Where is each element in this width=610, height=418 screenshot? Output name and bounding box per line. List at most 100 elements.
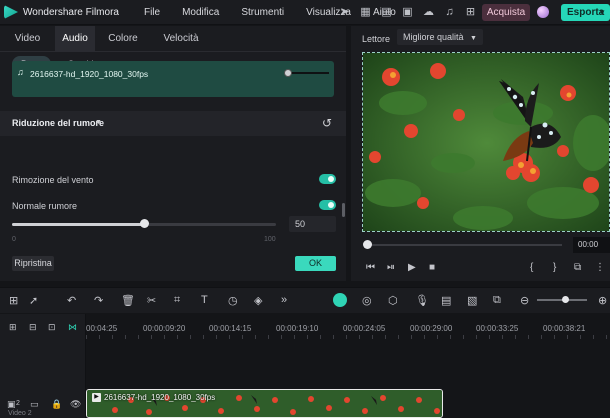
menu-file[interactable]: File [144, 7, 160, 18]
ruler-label: 00:00:14:15 [209, 324, 252, 333]
tab-colore[interactable]: Colore [95, 26, 151, 52]
timecode-display: 00:00 [573, 237, 610, 253]
layout-grid-icon[interactable]: ⊞ [9, 294, 18, 307]
slider-min-label: 0 [12, 236, 16, 243]
zoom-in-icon[interactable]: ⊕ [598, 294, 607, 307]
save-icon[interactable]: ▣ [399, 4, 416, 21]
music-note-icon: ♫ [17, 67, 24, 77]
noise-slider-knob[interactable] [140, 219, 149, 228]
headset-icon[interactable]: ♫ [441, 4, 458, 21]
reset-icon[interactable]: ↺ [322, 116, 332, 130]
crop-icon[interactable]: ⌗ [174, 294, 180, 307]
tab-video[interactable]: Video [0, 26, 55, 52]
grid-icon[interactable]: ⊞ [462, 4, 479, 21]
tab-audio[interactable]: Audio [55, 26, 95, 52]
avatar[interactable] [537, 6, 549, 18]
step-play-icon[interactable]: ⏯ [387, 262, 395, 273]
caret-down-icon[interactable]: ▼ [95, 119, 102, 126]
quality-value: Migliore qualità [403, 32, 464, 42]
clip-name: 2616637-hd_1920_1080_30fps [104, 393, 216, 402]
volume-track[interactable] [287, 72, 329, 74]
quality-dropdown[interactable]: Migliore qualità ▼ [397, 29, 483, 45]
delete-icon[interactable]: 🗑 [121, 294, 135, 307]
normal-noise-label: Normale rumore [12, 201, 78, 211]
audio-clip-card[interactable]: ♫ 2616637-hd_1920_1080_30fps [12, 61, 334, 97]
more-options-icon[interactable]: ⋮ [595, 262, 605, 273]
undo-icon[interactable]: ↶ [67, 294, 76, 307]
buy-button[interactable]: Acquista [482, 4, 530, 21]
ai-tool-icon[interactable] [333, 293, 347, 307]
microphone-icon[interactable]: 🎙 [415, 294, 429, 307]
color-match-icon[interactable]: ◈ [254, 294, 262, 307]
previous-frame-icon[interactable]: ⏮ [366, 262, 375, 273]
player-tab[interactable]: Lettore [362, 34, 390, 44]
tab-velocita[interactable]: Velocità [151, 26, 211, 52]
playback-track[interactable] [367, 244, 562, 246]
ruler-label: 00:00:24:05 [343, 324, 386, 333]
speed-icon[interactable]: ◷ [228, 294, 238, 307]
edit-toolbar: ⊞ ➚ ↶ ↷ 🗑 ✂ ⌗ T ◷ ◈ » ◎ ⬡ 🎙 ▤ ▧ ⧉ ⊖ ⊕ [0, 287, 610, 313]
chevron-down-icon: ▼ [470, 35, 477, 42]
mark-out-icon[interactable]: } [553, 262, 556, 273]
link-icon[interactable]: ⊟ [29, 322, 37, 333]
audio-clip-name: 2616637-hd_1920_1080_30fps [30, 69, 149, 79]
butterfly-image [363, 53, 609, 231]
zoom-out-icon[interactable]: ⊖ [520, 294, 529, 307]
zoom-slider-knob[interactable] [562, 296, 569, 303]
ruler-ticks [86, 335, 610, 339]
slider-max-label: 100 [264, 236, 276, 243]
template-icon[interactable]: ▤ [378, 4, 395, 21]
send-icon[interactable]: ➤ [336, 4, 353, 21]
filmora-logo-icon [4, 5, 18, 19]
redo-icon[interactable]: ↷ [94, 294, 103, 307]
cut-icon[interactable]: ✂ [147, 294, 156, 307]
track-number: 2 [16, 400, 20, 407]
normal-noise-toggle[interactable] [319, 200, 336, 210]
audio-stretch-icon[interactable]: ▤ [441, 294, 451, 307]
track-name: Video 2 [8, 410, 32, 417]
export-button[interactable]: Esporta ▼ [561, 4, 610, 21]
reset-button[interactable]: Ripristina [12, 256, 54, 271]
text-icon[interactable]: T [201, 294, 208, 306]
mark-in-icon[interactable]: { [530, 262, 533, 273]
ruler-label: 00:04:25 [86, 324, 118, 333]
video-track-icon: ▣ [7, 399, 16, 409]
snapshot-icon[interactable]: ⧉ [574, 262, 581, 273]
ruler-label: 00:00:33:25 [476, 324, 519, 333]
noise-value-input[interactable]: 50 [289, 216, 336, 232]
title-bar-icons: ➤ ▦ ▤ ▣ ☁ ♫ ⊞ [336, 4, 483, 21]
ok-button[interactable]: OK [295, 256, 336, 271]
ruler-label: 00:00:29:00 [410, 324, 453, 333]
title-bar: Wondershare Filmora File Modifica Strume… [0, 0, 610, 25]
eye-icon[interactable]: 👁 [70, 399, 81, 410]
shield-icon[interactable]: ⬡ [388, 294, 398, 307]
playhead-knob[interactable] [363, 240, 372, 249]
cloud-icon[interactable]: ☁ [420, 4, 437, 21]
panel-scrollbar[interactable] [342, 203, 345, 217]
noise-slider-fill [12, 223, 144, 226]
magnet-icon[interactable]: ⋈ [68, 322, 77, 333]
ruler-label: 00:00:38:21 [543, 324, 586, 333]
wind-removal-label: Rimozione del vento [12, 175, 94, 185]
menu-strumenti[interactable]: Strumenti [241, 7, 284, 18]
menu-modifica[interactable]: Modifica [182, 7, 219, 18]
snapshot-icon[interactable]: ▧ [467, 294, 477, 307]
select-cursor-icon[interactable]: ➚ [29, 294, 38, 307]
volume-knob[interactable] [284, 69, 292, 77]
noise-reduction-header[interactable]: Riduzione del rumore ▼ ↺ [0, 111, 346, 136]
lock-icon[interactable]: 🔒 [51, 399, 62, 410]
section-title: Riduzione del rumore [12, 118, 105, 128]
stop-icon[interactable]: ■ [429, 262, 435, 273]
folder-icon[interactable]: ▭ [30, 399, 39, 410]
track-settings-icon[interactable]: ⊡ [48, 322, 56, 333]
video-preview[interactable] [362, 52, 610, 232]
media-library-icon[interactable]: ▦ [357, 4, 374, 21]
app-title: Wondershare Filmora [23, 6, 119, 18]
wind-removal-toggle[interactable] [319, 174, 336, 184]
more-tools-icon[interactable]: » [281, 294, 287, 306]
play-icon[interactable]: ▶ [408, 262, 416, 273]
add-track-icon[interactable]: ⊞ [9, 322, 17, 333]
render-icon[interactable]: ◎ [362, 294, 372, 307]
split-screen-icon[interactable]: ⧉ [493, 294, 501, 307]
clip-play-icon: ▶ [92, 393, 101, 402]
